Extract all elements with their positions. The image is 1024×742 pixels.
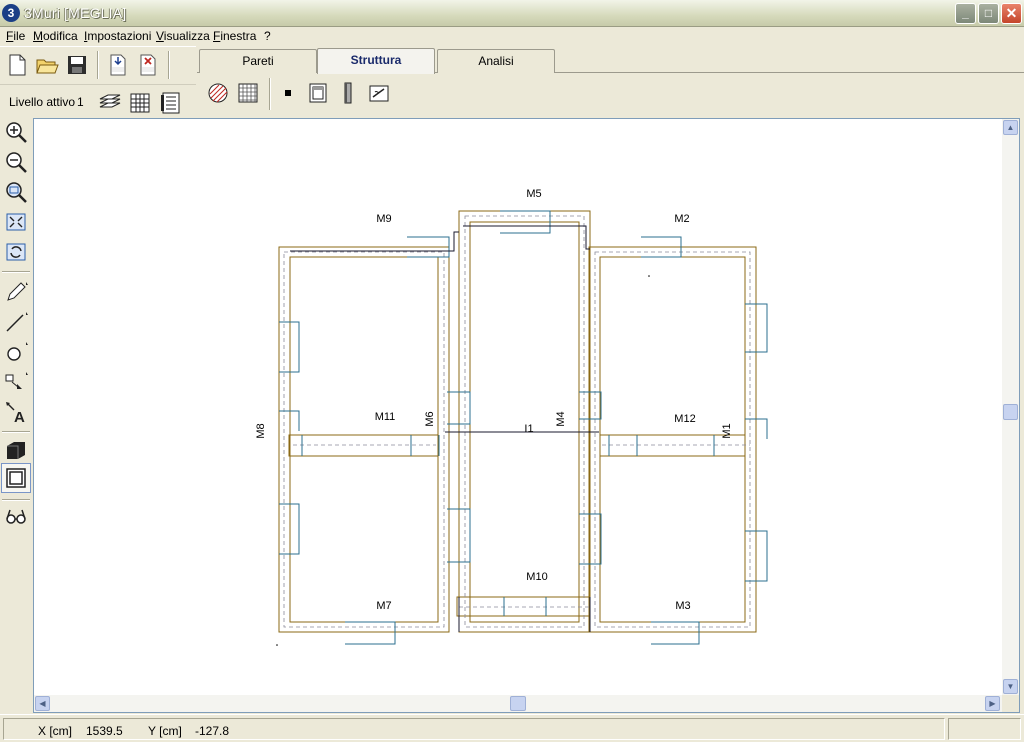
wall-label-m7: M7 [376,600,391,612]
wall-label-i1: I1 [524,423,533,435]
open-folder-icon[interactable] [35,53,59,77]
scroll-up-button[interactable]: ▲ [1003,120,1018,135]
pencil-icon[interactable] [4,280,28,304]
pillar-icon[interactable] [336,81,360,105]
toolbar-separator [97,51,99,79]
text-icon[interactable]: A [4,400,28,424]
beam-edit-icon[interactable] [367,81,391,105]
menu-visualizza[interactable]: Visualizza [156,29,210,43]
wall-label-m11: M11 [375,411,396,423]
layers-icon[interactable] [98,91,122,115]
glasses-icon[interactable] [4,504,28,528]
toolbar-separator [269,78,271,110]
tool-separator [2,499,30,501]
delete-dxf-icon[interactable] [136,53,160,77]
scroll-corner [1002,695,1019,712]
tab-analisi[interactable]: Analisi [437,49,555,73]
wall-label-m2: M2 [674,213,689,225]
wall-label-m8: M8 [255,423,267,438]
status-bar: X [cm] 1539.5 Y [cm] -127.8 [0,714,1024,742]
save-icon[interactable] [65,53,89,77]
zoom-window-icon[interactable] [4,180,28,204]
wall-label-m9: M9 [376,213,391,225]
app-window: 3 3Muri [MEGLIA] _ □ ✕ File Modifica Imp… [0,0,1024,742]
tool-separator [2,431,30,433]
tab-pareti[interactable]: Pareti [199,49,317,73]
menu-bar: File Modifica Impostazioni Visualizza Fi… [0,27,1024,46]
toolbar-separator [168,51,170,79]
new-file-icon[interactable] [5,53,29,77]
tab-bar: Pareti Struttura Analisi [197,46,1024,74]
struttura-toolbar [197,74,1024,117]
scroll-down-button[interactable]: ▼ [1003,679,1018,694]
horizontal-scrollbar[interactable]: ◀ ▶ [34,695,1002,712]
level-list-icon[interactable] [159,91,183,115]
frame-tool-active[interactable] [1,463,31,493]
refresh-icon[interactable] [4,240,28,264]
circle-icon[interactable] [4,340,28,364]
grid-pattern-icon[interactable] [236,81,260,105]
wall-label-m6: M6 [424,411,436,426]
y-coord-value: -127.8 [195,724,230,738]
node-square-icon[interactable] [276,81,300,105]
status-panel-extra [948,718,1021,740]
svg-text:A: A [14,409,25,424]
minimize-button[interactable]: _ [955,3,976,24]
wall-label-m5: M5 [526,188,541,200]
status-panel-coordinates: X [cm] 1539.5 Y [cm] -127.8 [3,718,945,740]
line-icon[interactable] [4,310,28,334]
x-coord-label: X [cm] [38,724,73,738]
horizontal-scroll-thumb[interactable] [510,696,526,711]
plan-dot [648,275,650,277]
inner-edges [290,225,599,632]
drawing-area[interactable]: M5 M9 M2 M8 M11 M6 I1 M4 M12 M1 M10 M7 M… [33,118,1020,713]
floor-plan-drawing[interactable]: M5 M9 M2 M8 M11 M6 I1 M4 M12 M1 M10 M7 M… [34,119,1002,696]
title-bar[interactable]: 3 3Muri [MEGLIA] _ □ ✕ [0,0,1024,27]
menu-finestra[interactable]: Finestra [213,29,256,43]
wall-label-m10: M10 [526,571,547,583]
active-level-label: Livello attivo [9,95,76,109]
menu-file[interactable]: File [6,29,25,43]
import-dxf-icon[interactable] [106,53,130,77]
app-logo-icon[interactable]: 3 [2,4,20,22]
menu-help[interactable]: ? [264,29,271,43]
file-toolbar [0,46,196,83]
vertical-scrollbar[interactable]: ▲ ▼ [1002,119,1019,696]
window-title: 3Muri [MEGLIA] [24,5,127,21]
shape-icon[interactable] [4,370,28,394]
wall-label-m12: M12 [674,413,695,425]
scroll-right-button[interactable]: ▶ [985,696,1000,711]
plan-dot [276,644,278,646]
zoom-extents-icon[interactable] [4,210,28,234]
wall-label-m4: M4 [555,411,567,426]
tab-struttura[interactable]: Struttura [317,48,435,74]
wall-panels [279,210,768,645]
close-button[interactable]: ✕ [1001,3,1022,24]
panel-frame-icon[interactable] [306,81,330,105]
active-level-value[interactable]: 1 [77,95,84,109]
layer-solid-icon[interactable] [4,438,28,462]
hatch-circle-icon[interactable] [206,81,230,105]
x-coord-value: 1539.5 [86,724,123,738]
zoom-in-icon[interactable] [4,120,28,144]
menu-impostazioni[interactable]: Impostazioni [84,29,151,43]
grid-icon[interactable] [128,91,152,115]
tool-separator [2,271,30,273]
menu-modifica[interactable]: Modifica [33,29,78,43]
y-coord-label: Y [cm] [148,724,182,738]
wall-label-m3: M3 [675,600,690,612]
scroll-left-button[interactable]: ◀ [35,696,50,711]
wall-label-m1: M1 [721,423,733,438]
vertical-scroll-thumb[interactable] [1003,404,1018,420]
zoom-out-icon[interactable] [4,150,28,174]
frame-icon [6,468,26,488]
left-tool-column: A [0,118,32,712]
maximize-button[interactable]: □ [978,3,999,24]
